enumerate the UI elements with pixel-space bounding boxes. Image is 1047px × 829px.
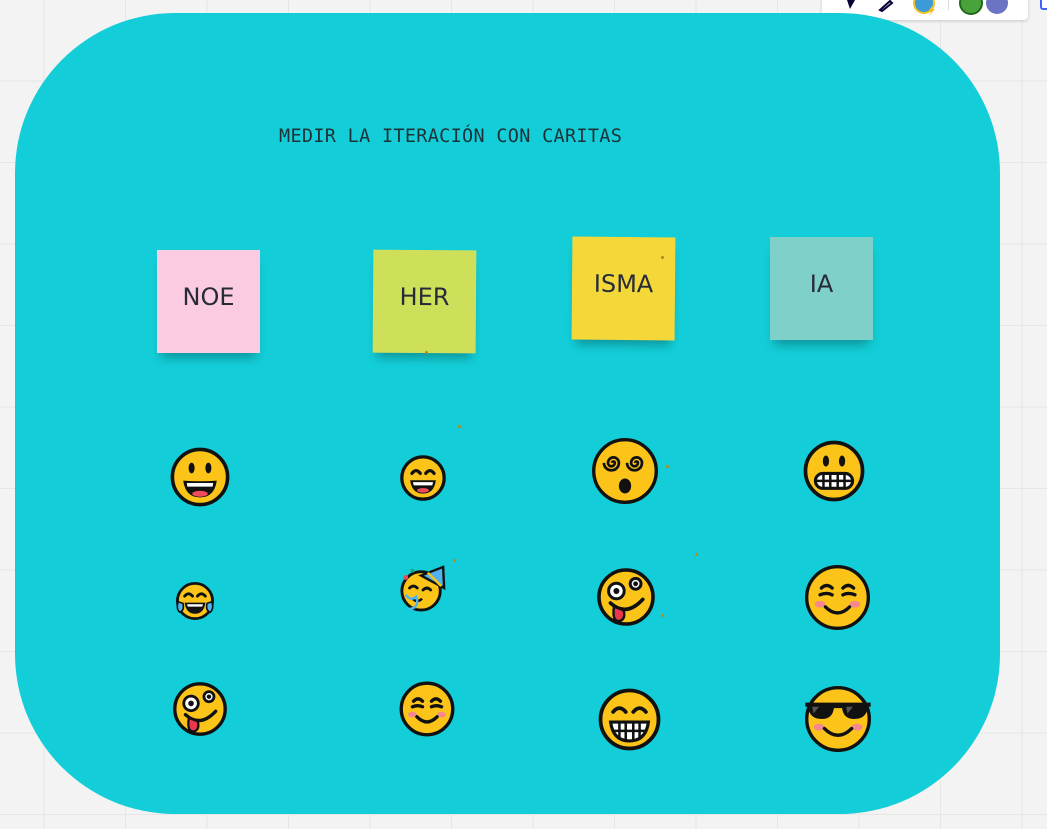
beaming-face-with-smiling-eyes-icon[interactable]: [598, 688, 661, 751]
stray-speck: [453, 559, 456, 562]
partying-face-icon[interactable]: [399, 565, 447, 613]
toolbar-divider: [948, 0, 949, 10]
smiling-face-with-sunglasses-icon[interactable]: [804, 685, 872, 753]
sticky-note-her[interactable]: HER: [372, 249, 477, 354]
stray-speck: [695, 553, 698, 556]
grinning-face-with-smiling-eyes-icon[interactable]: [400, 455, 446, 501]
stray-speck: [425, 351, 428, 354]
cursor-icon[interactable]: [844, 0, 858, 12]
smiling-face-with-smiling-eyes-icon[interactable]: [399, 681, 455, 737]
stray-speck: [661, 614, 664, 617]
stray-speck: [666, 465, 669, 468]
user-avatar-icon[interactable]: [982, 0, 1012, 16]
face-with-spiral-eyes-icon[interactable]: [591, 437, 659, 505]
board-title[interactable]: MEDIR LA ITERACIÓN CON CARITAS: [279, 126, 622, 147]
user-avatar-icon[interactable]: [910, 0, 938, 16]
stray-speck: [661, 256, 664, 259]
pen-icon[interactable]: [878, 0, 896, 12]
grinning-face-icon[interactable]: [170, 447, 230, 507]
sticky-note-label: NOE: [182, 283, 235, 311]
smiling-face-with-smiling-eyes-icon[interactable]: [804, 564, 871, 631]
sticky-note-label: ISMA: [593, 269, 654, 299]
sticky-note-label: HER: [399, 282, 450, 312]
face-with-tears-of-joy-icon[interactable]: [175, 581, 215, 621]
zany-face-icon[interactable]: [172, 681, 228, 737]
sticky-note-noe[interactable]: NOE: [157, 250, 260, 353]
zany-face-icon[interactable]: [596, 567, 656, 627]
grimacing-face-icon[interactable]: [803, 440, 865, 502]
sticky-note-ia[interactable]: IA: [770, 237, 873, 340]
stray-speck: [458, 425, 461, 428]
sticky-note-label: IA: [809, 270, 834, 298]
sticky-note-isma[interactable]: ISMA: [571, 236, 676, 341]
side-panel-tab[interactable]: [1040, 0, 1047, 10]
